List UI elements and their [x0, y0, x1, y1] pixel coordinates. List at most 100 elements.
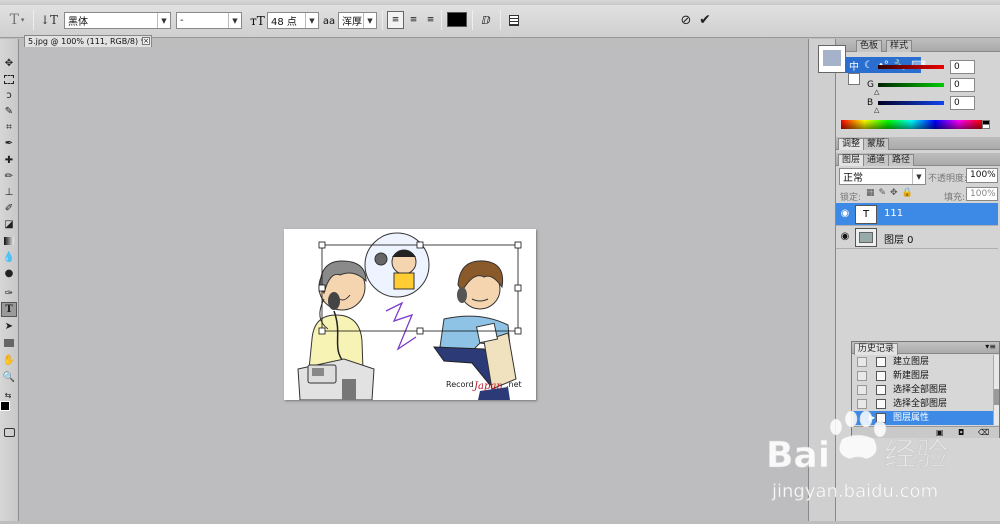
history-item[interactable]: 建立图层: [853, 355, 993, 369]
chevron-down-icon: ▾: [20, 16, 25, 24]
layer-row-image[interactable]: ◉ 图层 0: [836, 226, 998, 249]
history-brush-tool-icon[interactable]: ✐: [1, 201, 17, 216]
tab-history[interactable]: 历史记录: [854, 343, 899, 355]
align-left-icon: ≡: [391, 15, 400, 25]
panel-icon: [509, 14, 519, 26]
cancel-edit-button[interactable]: ⊘: [678, 11, 694, 29]
tab-channels[interactable]: 通道: [863, 154, 890, 166]
character-panel-button[interactable]: [506, 11, 522, 29]
eyedropper-tool-icon[interactable]: ✒: [1, 136, 17, 151]
fill-label: 填充:: [944, 193, 966, 203]
gradient-tool-icon[interactable]: [1, 233, 17, 248]
document-canvas[interactable]: Record Japan .net: [284, 229, 536, 400]
blur-tool-icon[interactable]: 💧: [1, 250, 17, 265]
lock-options-icon[interactable]: ▦✎✥🔒: [866, 188, 917, 198]
channel-g-input[interactable]: 0: [950, 78, 975, 92]
quick-mask-icon[interactable]: [1, 425, 17, 440]
moon-icon[interactable]: ☾: [864, 60, 873, 71]
tab-layers[interactable]: 图层: [838, 154, 865, 166]
font-size-select[interactable]: 48 点 ▼: [267, 12, 319, 29]
checkmark-icon: ✔: [699, 12, 711, 28]
tab-adjustments[interactable]: 调整: [838, 138, 865, 150]
dodge-tool-icon[interactable]: ●: [1, 266, 17, 281]
channel-b-slider[interactable]: [878, 101, 944, 105]
text-layer-thumbnail: T: [855, 205, 877, 224]
document-title: 5.jpg @ 100% (111, RGB/8) *: [28, 37, 145, 46]
channel-r-input[interactable]: 0: [950, 60, 975, 74]
tab-masks[interactable]: 蒙版: [863, 138, 890, 150]
chevron-down-icon: ▼: [363, 13, 376, 28]
baidu-brand-text-2: 经验: [884, 435, 948, 473]
type-tool-icon[interactable]: T: [1, 302, 17, 317]
align-center-button[interactable]: ≡: [405, 11, 422, 29]
foreground-color-swatch[interactable]: [0, 401, 10, 411]
antialias-select[interactable]: 浑厚 ▼: [338, 12, 377, 29]
channel-g-slider[interactable]: [878, 83, 944, 87]
panel-menu-icon[interactable]: ▾≡: [985, 342, 996, 351]
history-step-icon: [876, 371, 886, 381]
path-selection-tool-icon[interactable]: ➤: [1, 319, 17, 334]
layer-row-text[interactable]: ◉ T 111: [836, 203, 998, 226]
zoom-tool-icon[interactable]: 🔍: [1, 370, 17, 385]
history-item[interactable]: 选择全部图层: [853, 383, 993, 397]
black-white-chip[interactable]: [982, 120, 990, 129]
healing-brush-tool-icon[interactable]: ✚: [1, 153, 17, 168]
opacity-input[interactable]: 100%: [966, 168, 998, 183]
channel-b-input[interactable]: 0: [950, 96, 975, 110]
commit-edit-button[interactable]: ✔: [697, 11, 713, 29]
chevron-down-icon: ▼: [305, 13, 318, 28]
tab-swatches[interactable]: 色板: [856, 40, 883, 52]
visibility-eye-icon[interactable]: ◉: [838, 230, 852, 244]
snapshot-checkbox: [857, 385, 867, 395]
shape-tool-icon[interactable]: [1, 335, 17, 350]
separator: [33, 10, 34, 30]
align-right-button[interactable]: ≡: [422, 11, 439, 29]
history-item-label: 新建图层: [893, 371, 930, 381]
antialias-label: aa: [322, 15, 336, 27]
options-bar: T ▾ ↓T 黑体 ▼ - ▼ ᴛT 48 点 ▼ aa 浑厚 ▼ ≡ ≡ ≡ …: [0, 0, 1000, 38]
color-preview-thumbnail[interactable]: [818, 45, 846, 73]
marquee-tool-icon[interactable]: [1, 72, 17, 87]
document-tab[interactable]: 5.jpg @ 100% (111, RGB/8) * ×: [24, 35, 152, 47]
slider-handle-icon[interactable]: △: [874, 106, 879, 114]
quick-selection-tool-icon[interactable]: ✎: [1, 104, 17, 119]
crop-tool-icon[interactable]: ⌗: [1, 120, 17, 135]
blend-mode-value: 正常: [843, 173, 863, 184]
artwork-watermark: Record: [446, 380, 474, 389]
warp-text-button[interactable]: ⅅ: [478, 11, 494, 29]
close-icon[interactable]: ×: [142, 37, 150, 45]
text-color-swatch[interactable]: [447, 12, 467, 27]
pen-tool-icon[interactable]: ✑: [1, 286, 17, 301]
tool-preset-picker[interactable]: T ▾: [6, 11, 28, 29]
brush-tool-icon[interactable]: ✏: [1, 169, 17, 184]
background-color-chip[interactable]: [848, 73, 860, 85]
move-tool-icon[interactable]: ✥: [1, 56, 17, 71]
channel-r-slider[interactable]: [878, 65, 944, 69]
hand-tool-icon[interactable]: ✋: [1, 353, 17, 368]
history-item[interactable]: 新建图层: [853, 369, 993, 383]
visibility-eye-icon[interactable]: ◉: [838, 207, 852, 221]
blend-mode-select[interactable]: 正常 ▼: [839, 168, 926, 185]
align-left-button[interactable]: ≡: [387, 11, 404, 29]
lasso-tool-icon[interactable]: ↄ: [1, 88, 17, 103]
font-style-select[interactable]: - ▼: [176, 12, 242, 29]
align-right-icon: ≡: [426, 15, 435, 25]
font-size-icon: ᴛT: [250, 14, 265, 28]
baidu-url-text: jingyan.baidu.com: [771, 481, 938, 502]
tab-paths[interactable]: 路径: [888, 154, 915, 166]
slider-handle-icon[interactable]: △: [874, 88, 879, 96]
font-family-select[interactable]: 黑体 ▼: [64, 12, 171, 29]
color-spectrum-bar[interactable]: [841, 120, 982, 129]
image-layer-thumbnail: [855, 228, 877, 247]
align-center-icon: ≡: [409, 15, 418, 25]
separator: [500, 10, 501, 30]
clone-stamp-tool-icon[interactable]: ⊥: [1, 185, 17, 200]
fill-input[interactable]: 100%: [966, 187, 998, 201]
artwork-watermark-tld: .net: [506, 380, 522, 389]
channel-g-label: G: [867, 80, 874, 90]
menu-bar-edge: [0, 0, 1000, 5]
eraser-tool-icon[interactable]: ◪: [1, 217, 17, 232]
toggle-text-orientation-button[interactable]: ↓T: [39, 11, 59, 29]
tab-styles[interactable]: 样式: [886, 40, 913, 52]
ime-mode[interactable]: 中: [849, 58, 859, 73]
